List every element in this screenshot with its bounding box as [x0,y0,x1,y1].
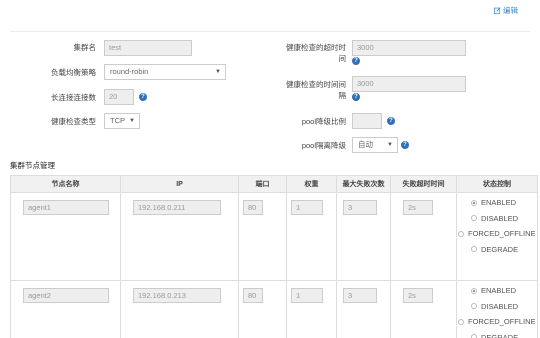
chevron-down-icon: ▼ [215,69,221,75]
table-row: agent1 192.168.0.211 80 1 3 2s ENABLED D… [10,192,538,281]
header-divider [10,31,530,32]
cluster-name-input[interactable]: test [104,40,192,56]
health-interval-label-2: 隔 [338,91,347,100]
col-header-fail-timeout: 失败超时时间 [390,175,457,193]
col-header-name: 节点名称 [10,175,121,193]
pool-mode-label: pool隔离降级 [301,141,346,150]
health-type-select[interactable]: TCP ▼ [104,113,140,129]
col-header-max-fails: 最大失败次数 [336,175,391,193]
node-port-input[interactable]: 80 [243,288,263,303]
edit-label: 编辑 [503,6,518,15]
node-name-input[interactable]: agent1 [23,200,109,215]
node-max-fails-input[interactable]: 3 [343,200,377,215]
cluster-name-label: 集群名 [73,43,97,52]
status-radio-disabled[interactable]: DISABLED [457,299,537,315]
col-header-port: 端口 [238,175,287,193]
health-type-value: TCP [110,116,125,125]
node-max-fails-input[interactable]: 3 [343,288,377,303]
col-header-status: 状态控制 [456,175,538,193]
radio-icon [471,246,477,253]
edit-icon [494,7,501,14]
help-icon[interactable]: ? [139,93,147,101]
keepalive-input[interactable]: 20 [104,89,134,105]
chevron-down-icon: ▼ [387,142,393,148]
health-timeout-label-1: 健康检查的超时时 [286,43,346,52]
health-type-label: 健康检查类型 [51,117,96,126]
node-name-input[interactable]: agent2 [23,288,109,303]
help-icon[interactable]: ? [401,141,409,149]
pool-mode-select[interactable]: 自动 ▼ [352,137,398,153]
status-radio-degrade[interactable]: DEGRADE [457,242,537,258]
pool-mode-value: 自动 [358,140,373,149]
radio-selected-icon [471,287,477,294]
pool-ratio-label: pool降级比例 [301,117,346,126]
radio-icon [471,303,477,310]
col-header-weight: 权重 [286,175,337,193]
node-port-input[interactable]: 80 [243,200,263,215]
radio-selected-icon [471,199,477,206]
col-header-ip: IP [120,175,239,193]
status-radio-enabled[interactable]: ENABLED [457,195,537,211]
node-weight-input[interactable]: 1 [291,200,323,215]
status-radio-disabled[interactable]: DISABLED [457,211,537,227]
radio-icon [471,215,477,222]
node-fail-timeout-input[interactable]: 2s [403,288,433,303]
chevron-down-icon: ▼ [129,118,135,124]
status-radio-enabled[interactable]: ENABLED [457,283,537,299]
node-fail-timeout-input[interactable]: 2s [403,200,433,215]
lb-strategy-select[interactable]: round-robin ▼ [104,64,226,80]
health-timeout-input[interactable]: 3000 [352,40,466,56]
help-icon[interactable]: ? [387,117,395,125]
radio-icon [458,230,464,237]
nodes-section-title: 集群节点管理 [10,161,55,170]
help-icon[interactable]: ? [352,57,360,65]
radio-icon [471,334,477,338]
health-interval-label-1: 健康检查的时间间 [286,80,346,89]
node-ip-input[interactable]: 192.168.0.211 [133,200,221,215]
edit-button[interactable]: 编辑 [494,5,518,16]
keepalive-label: 长连接连接数 [51,93,96,102]
table-row: agent2 192.168.0.213 80 1 3 2s ENABLED D… [10,280,538,338]
table-header-row: 节点名称 IP 端口 权重 最大失败次数 失败超时时间 状态控制 [10,175,538,193]
status-radio-degrade[interactable]: DEGRADE [457,330,537,338]
lb-strategy-value: round-robin [110,67,149,76]
node-ip-input[interactable]: 192.168.0.213 [133,288,221,303]
status-radio-forced-offline[interactable]: FORCED_OFFLINE [457,226,537,242]
status-radio-forced-offline[interactable]: FORCED_OFFLINE [457,314,537,330]
pool-ratio-input[interactable] [352,113,382,129]
health-interval-input[interactable]: 3000 [352,76,466,92]
node-weight-input[interactable]: 1 [291,288,323,303]
health-timeout-label-2: 间 [338,54,347,63]
help-icon[interactable]: ? [352,93,360,101]
nodes-table: 节点名称 IP 端口 权重 最大失败次数 失败超时时间 状态控制 agent1 … [10,175,538,338]
radio-icon [458,318,464,325]
lb-strategy-label: 负载均衡策略 [51,68,96,77]
